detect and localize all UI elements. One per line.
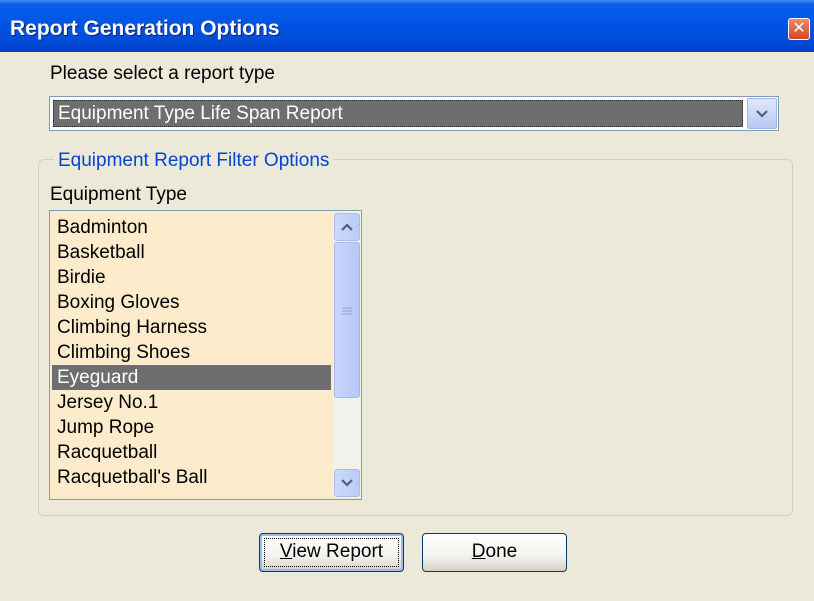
chevron-down-icon[interactable]	[747, 98, 777, 129]
report-type-select[interactable]: Equipment Type Life Span Report	[49, 96, 779, 131]
list-item[interactable]: Climbing Shoes	[52, 340, 331, 365]
list-item[interactable]: Climbing Harness	[52, 315, 331, 340]
equipment-type-label: Equipment Type	[50, 184, 187, 205]
list-item[interactable]: Basketball	[52, 240, 331, 265]
done-mnemonic: D	[471, 541, 486, 562]
done-label: one	[485, 541, 518, 562]
report-type-selected-value: Equipment Type Life Span Report	[53, 100, 743, 127]
view-report-label: iew Report	[292, 541, 384, 562]
done-button[interactable]: Done	[422, 533, 567, 572]
list-item[interactable]: Boxing Gloves	[52, 290, 331, 315]
view-report-mnemonic: V	[279, 541, 293, 562]
scroll-down-button[interactable]	[334, 469, 360, 497]
list-item[interactable]: Eyeguard	[52, 365, 331, 390]
title-bar[interactable]: Report Generation Options ✕	[0, 0, 814, 52]
list-item[interactable]: Racquetball	[52, 440, 331, 465]
window-title: Report Generation Options	[10, 17, 280, 40]
report-options-dialog: Report Generation Options ✕ Please selec…	[0, 0, 814, 601]
scroll-up-button[interactable]	[334, 213, 360, 241]
list-item[interactable]: Badminton	[52, 215, 331, 240]
view-report-button[interactable]: View Report	[259, 533, 404, 572]
equipment-type-listbox[interactable]: Badminton Basketball Birdie Boxing Gloves Cl…	[49, 210, 362, 500]
filter-options-legend: Equipment Report Filter Options	[54, 150, 334, 172]
scroll-thumb[interactable]	[334, 242, 360, 398]
equipment-type-items: Badminton Basketball Birdie Boxing Gloves Cl…	[52, 215, 331, 490]
list-item[interactable]: Jump Rope	[52, 415, 331, 440]
report-type-label: Please select a report type	[50, 63, 275, 84]
list-item[interactable]: Birdie	[52, 265, 331, 290]
listbox-scrollbar[interactable]	[333, 212, 361, 498]
list-item[interactable]: Racquetball's Ball	[52, 465, 331, 490]
grip-icon	[335, 307, 359, 315]
close-icon[interactable]: ✕	[788, 18, 810, 40]
list-item[interactable]: Jersey No.1	[52, 390, 331, 415]
